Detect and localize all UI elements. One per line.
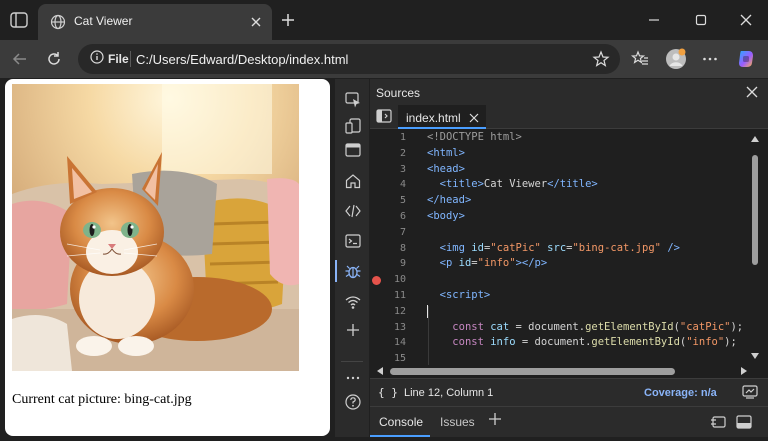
line-number[interactable]: 14 — [370, 337, 406, 348]
close-tab-icon[interactable] — [248, 14, 264, 30]
add-tool-icon[interactable] — [344, 321, 362, 339]
code-line[interactable]: const info = document.getElementById("in… — [427, 336, 737, 348]
bug-icon[interactable] — [344, 262, 362, 280]
code-line[interactable]: <title>Cat Viewer</title> — [427, 178, 598, 190]
code-line[interactable]: <!DOCTYPE html> — [427, 131, 522, 143]
title-bar: Cat Viewer — [0, 0, 768, 40]
code-line[interactable]: <script> — [427, 289, 491, 301]
code-line[interactable]: <body> — [427, 210, 465, 222]
star-icon[interactable] — [592, 50, 610, 68]
close-window-icon[interactable] — [738, 12, 754, 28]
cursor-position: Line 12, Column 1 — [404, 387, 494, 399]
add-drawer-tab-icon[interactable] — [488, 412, 502, 426]
file-tabs: index.html — [370, 105, 768, 129]
horizontal-scrollbar[interactable] — [370, 365, 768, 377]
ellipsis-icon[interactable] — [701, 50, 719, 68]
console-icon[interactable] — [344, 232, 362, 250]
address-bar[interactable]: File C:/Users/Edward/Desktop/index.html — [78, 44, 620, 74]
ellipsis-icon[interactable] — [344, 369, 362, 387]
coverage-link[interactable]: Coverage: n/a — [644, 387, 717, 399]
file-tab-label: index.html — [406, 111, 461, 125]
star-list-icon[interactable] — [630, 50, 649, 68]
info-icon — [90, 49, 104, 69]
new-tab-icon[interactable] — [280, 12, 296, 28]
code-line[interactable]: <p id="info"></p> — [427, 257, 548, 269]
code-editor[interactable]: 1 2 3 4 5 6 7 8 9 10 11 12 13 14 15 <!DOCTYPE html> <ht… — [370, 130, 768, 365]
site-info-chip[interactable]: File — [86, 49, 133, 69]
pretty-print-button[interactable]: { } — [378, 386, 398, 399]
panel-layout-icon[interactable] — [344, 141, 362, 159]
devtools-drawer: Console Issues — [370, 406, 768, 437]
arrow-left-icon[interactable] — [11, 50, 29, 68]
drawer-tab-console[interactable]: Console — [379, 415, 423, 429]
elements-icon[interactable] — [344, 202, 362, 220]
active-drawer-tab-indicator — [370, 435, 430, 437]
url-text[interactable]: C:/Users/Edward/Desktop/index.html — [136, 52, 348, 67]
line-number[interactable]: 6 — [370, 211, 406, 222]
dock-icon[interactable] — [710, 415, 726, 429]
code-line[interactable]: const cat = document.getElementById("cat… — [427, 321, 743, 333]
code-line[interactable]: <html> — [427, 147, 465, 159]
maximize-icon[interactable] — [693, 12, 709, 28]
line-number[interactable]: 11 — [370, 290, 406, 301]
vertical-scrollbar[interactable] — [750, 135, 760, 360]
devtools-header: Sources — [370, 79, 768, 105]
screen-icon[interactable] — [742, 385, 758, 399]
copilot-icon[interactable] — [735, 48, 757, 70]
panel-title: Sources — [376, 86, 421, 100]
devtools-activity-bar — [335, 79, 369, 437]
line-number[interactable]: 13 — [370, 322, 406, 333]
drawer-layout-icon[interactable] — [736, 415, 752, 429]
line-number[interactable]: 7 — [370, 227, 406, 238]
minimize-icon[interactable] — [646, 12, 662, 28]
sources-status-bar: { } Line 12, Column 1 Coverage: n/a — [370, 378, 768, 406]
toggle-navigator-icon[interactable] — [376, 109, 392, 123]
code-line[interactable]: <img id="catPic" src="bing-cat.jpg" /> — [427, 242, 680, 254]
cat-picture — [12, 84, 299, 371]
avatar-icon[interactable] — [665, 48, 687, 70]
inspect-element-icon[interactable] — [344, 91, 362, 109]
network-icon[interactable] — [344, 293, 362, 311]
line-number[interactable]: 15 — [370, 353, 406, 364]
line-number[interactable]: 9 — [370, 258, 406, 269]
device-toolbar-icon[interactable] — [344, 117, 362, 135]
drawer-tab-issues[interactable]: Issues — [440, 415, 475, 429]
close-file-icon[interactable] — [468, 111, 480, 123]
home-icon[interactable] — [344, 172, 362, 190]
page-viewport: Current cat picture: bing-cat.jpg — [5, 79, 330, 436]
line-number[interactable]: 12 — [370, 306, 406, 317]
line-number[interactable]: 8 — [370, 243, 406, 254]
file-tab-index-html[interactable]: index.html — [398, 105, 486, 129]
activity-divider — [341, 361, 363, 362]
line-number[interactable]: 3 — [370, 164, 406, 175]
vertical-scroll-thumb[interactable] — [752, 155, 758, 265]
tab-title: Cat Viewer — [74, 14, 133, 28]
navigation-bar: File C:/Users/Edward/Desktop/index.html — [0, 40, 768, 78]
help-icon[interactable] — [344, 393, 362, 411]
file-scheme-label: File — [108, 52, 129, 66]
code-line[interactable]: <head> — [427, 163, 465, 175]
active-tool-indicator — [335, 260, 337, 282]
indent-guide — [428, 306, 429, 365]
refresh-icon[interactable] — [45, 50, 63, 68]
address-divider — [130, 51, 131, 67]
line-number[interactable]: 4 — [370, 179, 406, 190]
browser-tab[interactable]: Cat Viewer — [38, 4, 272, 40]
line-number[interactable]: 2 — [370, 148, 406, 159]
horizontal-scroll-thumb[interactable] — [390, 368, 675, 375]
devtools-panel: Sources index.html 1 2 3 4 5 6 7 8 9 10 11 12 13 14 15… — [370, 79, 768, 437]
line-gutter[interactable]: 1 2 3 4 5 6 7 8 9 10 11 12 13 14 15 — [370, 130, 420, 365]
tab-actions-icon[interactable] — [8, 9, 30, 31]
line-number[interactable]: 1 — [370, 132, 406, 143]
globe-icon — [50, 14, 66, 30]
code-line[interactable]: </head> — [427, 194, 471, 206]
cat-info-text: Current cat picture: bing-cat.jpg — [12, 392, 192, 407]
line-number[interactable]: 5 — [370, 195, 406, 206]
close-icon[interactable] — [744, 84, 760, 100]
